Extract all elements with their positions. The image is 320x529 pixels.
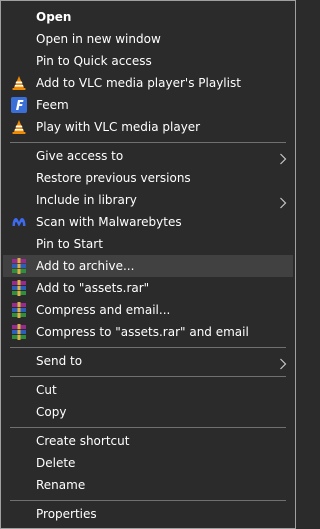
menu-item-add-to-assets-rar[interactable]: Add to "assets.rar" (3, 277, 293, 299)
menu-item-label: Open (36, 10, 72, 24)
menu-separator (10, 142, 286, 143)
menu-item-label: Create shortcut (36, 434, 130, 448)
menu-item-compress-and-email[interactable]: Compress and email... (3, 299, 293, 321)
menu-item-add-to-archive[interactable]: Add to archive... (3, 255, 293, 277)
malwarebytes-icon (11, 214, 27, 230)
menu-item-scan-with-malwarebytes[interactable]: Scan with Malwarebytes (3, 211, 293, 233)
winrar-icon (11, 324, 27, 340)
context-menu: Open Open in new window Pin to Quick acc… (0, 0, 296, 529)
menu-item-label: Feem (36, 98, 69, 112)
menu-item-open-in-new-window[interactable]: Open in new window (3, 28, 293, 50)
chevron-right-icon (279, 194, 287, 209)
menu-item-properties[interactable]: Properties (3, 503, 293, 525)
menu-item-label: Send to (36, 354, 83, 368)
vlc-icon (11, 119, 27, 135)
menu-item-delete[interactable]: Delete (3, 452, 293, 474)
menu-item-rename[interactable]: Rename (3, 474, 293, 496)
menu-item-feem[interactable]: Feem (3, 94, 293, 116)
menu-item-open[interactable]: Open (3, 6, 293, 28)
menu-item-copy[interactable]: Copy (3, 401, 293, 423)
menu-item-label: Add to "assets.rar" (36, 281, 150, 295)
menu-item-cut[interactable]: Cut (3, 379, 293, 401)
menu-item-label: Restore previous versions (36, 171, 191, 185)
menu-item-include-in-library[interactable]: Include in library (3, 189, 293, 211)
menu-item-label: Rename (36, 478, 86, 492)
menu-item-add-to-vlc-playlist[interactable]: Add to VLC media player's Playlist (3, 72, 293, 94)
menu-item-send-to[interactable]: Send to (3, 350, 293, 372)
menu-item-give-access-to[interactable]: Give access to (3, 145, 293, 167)
feem-icon (11, 97, 27, 113)
winrar-icon (11, 302, 27, 318)
menu-separator (10, 376, 286, 377)
menu-item-pin-to-quick-access[interactable]: Pin to Quick access (3, 50, 293, 72)
menu-item-compress-to-assets-rar-and-email[interactable]: Compress to "assets.rar" and email (3, 321, 293, 343)
menu-item-label: Play with VLC media player (36, 120, 201, 134)
menu-item-label: Pin to Quick access (36, 54, 152, 68)
menu-item-label: Compress and email... (36, 303, 171, 317)
winrar-icon (11, 258, 27, 274)
winrar-icon (11, 280, 27, 296)
menu-separator (10, 347, 286, 348)
vlc-icon (11, 75, 27, 91)
menu-item-label: Give access to (36, 149, 124, 163)
menu-item-label: Compress to "assets.rar" and email (36, 325, 249, 339)
menu-item-label: Scan with Malwarebytes (36, 215, 182, 229)
menu-item-label: Pin to Start (36, 237, 103, 251)
menu-item-label: Properties (36, 507, 97, 521)
chevron-right-icon (279, 355, 287, 370)
menu-item-label: Add to archive... (36, 259, 135, 273)
menu-item-label: Cut (36, 383, 57, 397)
menu-item-play-with-vlc[interactable]: Play with VLC media player (3, 116, 293, 138)
menu-item-restore-previous-versions[interactable]: Restore previous versions (3, 167, 293, 189)
menu-separator (10, 500, 286, 501)
menu-item-label: Open in new window (36, 32, 161, 46)
menu-item-label: Include in library (36, 193, 137, 207)
menu-separator (10, 427, 286, 428)
menu-item-pin-to-start[interactable]: Pin to Start (3, 233, 293, 255)
menu-item-label: Delete (36, 456, 76, 470)
chevron-right-icon (279, 150, 287, 165)
menu-item-label: Copy (36, 405, 67, 419)
menu-item-create-shortcut[interactable]: Create shortcut (3, 430, 293, 452)
menu-item-label: Add to VLC media player's Playlist (36, 76, 241, 90)
